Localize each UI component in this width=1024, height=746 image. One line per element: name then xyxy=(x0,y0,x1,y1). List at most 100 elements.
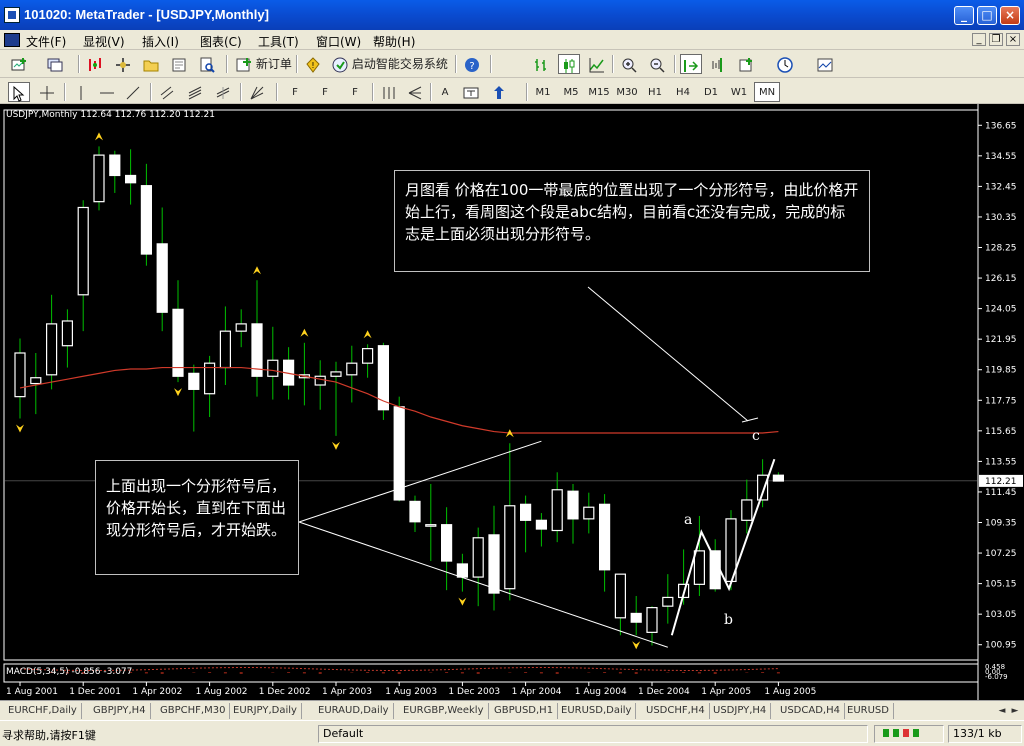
bar-chart-icon[interactable] xyxy=(530,54,552,74)
market-watch-icon[interactable] xyxy=(84,54,106,74)
standard-deviation-icon[interactable] xyxy=(184,82,206,102)
symbol-tabs: EURCHF,Daily GBPJPY,H4 GBPCHF,M30 EURJPY,Da… xyxy=(0,700,1024,720)
annotation-top[interactable]: 月图看 价格在100一带最底的位置出现了一个分形符号，由此价格开始上行，看周图这… xyxy=(394,170,870,272)
price-tick-label: 121.95 xyxy=(985,335,1017,345)
arrows-icon[interactable] xyxy=(488,82,510,102)
new-chart-icon[interactable] xyxy=(8,54,30,74)
trendline-icon[interactable] xyxy=(122,82,144,102)
fractal-down-icon xyxy=(458,597,467,606)
chart-window-icon[interactable] xyxy=(4,33,20,47)
text-tool-button[interactable]: A xyxy=(432,82,458,102)
new-order-button[interactable]: 新订单 xyxy=(232,54,296,74)
candle-body xyxy=(630,612,642,623)
symbol-tab[interactable]: EURCHF,Daily xyxy=(4,703,82,719)
periods-icon[interactable] xyxy=(774,54,796,74)
candlestick-icon[interactable] xyxy=(558,54,580,74)
menu-tools[interactable]: 工具(T) xyxy=(258,33,299,50)
indicators-icon[interactable] xyxy=(736,54,758,74)
strategy-tester-icon[interactable] xyxy=(196,54,218,74)
mdi-restore-button[interactable]: ❐ xyxy=(989,33,1003,46)
symbol-tab[interactable]: USDJPY,H4 xyxy=(709,703,772,719)
profiles-icon[interactable] xyxy=(44,54,66,74)
auto-scroll-icon[interactable] xyxy=(680,54,702,74)
price-tick-label: 103.05 xyxy=(985,610,1017,620)
candle-body xyxy=(693,550,706,585)
fibo-retracement-icon[interactable]: F xyxy=(282,82,308,102)
zoom-out-icon[interactable] xyxy=(646,54,668,74)
timeframe-m1[interactable]: M1 xyxy=(530,82,556,102)
metaeditor-icon[interactable]: ! xyxy=(302,54,324,74)
price-tick-label: 117.75 xyxy=(985,396,1017,406)
cycle-lines-icon[interactable] xyxy=(378,82,400,102)
minimize-button[interactable]: _ xyxy=(954,6,974,25)
symbol-tab[interactable]: EURUSD,Daily xyxy=(557,703,637,719)
time-tick-label: 1 Apr 2004 xyxy=(512,687,562,697)
zoom-in-icon[interactable] xyxy=(618,54,640,74)
gann-line-icon[interactable] xyxy=(246,82,268,102)
navigator-icon[interactable] xyxy=(112,54,134,74)
symbol-tab[interactable]: EURAUD,Daily xyxy=(314,703,394,719)
folder-icon[interactable] xyxy=(140,54,162,74)
timeframe-mn[interactable]: MN xyxy=(754,82,780,102)
symbol-tab[interactable]: USDCHF,H4 xyxy=(642,703,710,719)
mdi-close-button[interactable]: × xyxy=(1006,33,1020,46)
symbol-tab[interactable]: GBPJPY,H4 xyxy=(89,703,151,719)
line-chart-icon[interactable] xyxy=(586,54,608,74)
chart-shift-icon[interactable] xyxy=(708,54,730,74)
close-button[interactable]: × xyxy=(1000,6,1020,25)
maximize-button[interactable]: □ xyxy=(977,6,997,25)
fibo-fan-icon[interactable]: F xyxy=(342,82,368,102)
app-icon[interactable] xyxy=(4,7,20,23)
price-tick-label: 132.45 xyxy=(985,182,1017,192)
tab-scroll-left-icon[interactable]: ◄ xyxy=(996,704,1008,718)
text-label-icon[interactable] xyxy=(460,82,482,102)
fibo-timezones-icon[interactable]: F xyxy=(312,82,338,102)
symbol-tab[interactable]: EURGBP,Weekly xyxy=(399,703,489,719)
title-bar[interactable]: 101020: MetaTrader - [USDJPY,Monthly] _ … xyxy=(0,0,1024,30)
candle-body xyxy=(598,503,611,571)
menu-window[interactable]: 窗口(W) xyxy=(316,33,361,50)
symbol-info: USDJPY,Monthly 112.64 112.76 112.20 112.… xyxy=(6,110,215,120)
candle-body xyxy=(441,524,453,562)
timeframe-m15[interactable]: M15 xyxy=(586,82,612,102)
menu-charts[interactable]: 图表(C) xyxy=(200,33,242,50)
timeframe-m30[interactable]: M30 xyxy=(614,82,640,102)
mdi-minimize-button[interactable]: _ xyxy=(972,33,986,46)
timeframe-m5[interactable]: M5 xyxy=(558,82,584,102)
menu-file[interactable]: 文件(F) xyxy=(26,33,66,50)
time-tick-label: 1 Dec 2003 xyxy=(448,687,500,697)
horizontal-line-icon[interactable] xyxy=(96,82,118,102)
wave-label-c[interactable]: c xyxy=(752,428,760,444)
timeframe-w1[interactable]: W1 xyxy=(726,82,752,102)
menu-help[interactable]: 帮助(H) xyxy=(373,33,415,50)
tab-scroll-right-icon[interactable]: ► xyxy=(1009,704,1021,718)
timeframe-d1[interactable]: D1 xyxy=(698,82,724,102)
candle-body xyxy=(741,499,753,521)
cursor-icon[interactable] xyxy=(8,82,30,102)
menu-view[interactable]: 显视(V) xyxy=(83,33,125,50)
symbol-tab[interactable]: EURJPY,Daily xyxy=(229,703,302,719)
timeframe-h1[interactable]: H1 xyxy=(642,82,668,102)
wave-label-a[interactable]: a xyxy=(684,512,692,528)
symbol-tab[interactable]: EURUSD xyxy=(843,703,894,719)
templates-icon[interactable] xyxy=(814,54,836,74)
annotation-left[interactable]: 上面出现一个分形符号后，价格开始长，直到在下面出现分形符号后，才开始跌。 xyxy=(95,460,299,575)
options-icon[interactable]: ? xyxy=(461,54,483,74)
timeframe-h4[interactable]: H4 xyxy=(670,82,696,102)
symbol-tab[interactable]: GBPCHF,M30 xyxy=(156,703,231,719)
time-tick-label: 1 Dec 2002 xyxy=(259,687,311,697)
chart-window[interactable]: 136.65 134.55 132.45 130.35 128.25 126.15 124.… xyxy=(0,104,1024,700)
equidistant-channel-icon[interactable] xyxy=(156,82,178,102)
crosshair-icon[interactable] xyxy=(36,82,58,102)
wave-label-b[interactable]: b xyxy=(724,612,733,628)
menu-insert[interactable]: 插入(I) xyxy=(142,33,179,50)
symbol-tab[interactable]: USDCAD,H4 xyxy=(776,703,845,719)
window-title: 101020: MetaTrader - [USDJPY,Monthly] xyxy=(24,7,269,22)
andrews-pitchfork-icon[interactable] xyxy=(404,82,426,102)
vertical-line-icon[interactable] xyxy=(70,82,92,102)
terminal-icon[interactable] xyxy=(168,54,190,74)
candle-body xyxy=(267,359,279,377)
symbol-tab[interactable]: GBPUSD,H1 xyxy=(490,703,559,719)
regression-channel-icon[interactable] xyxy=(212,82,234,102)
expert-advisors-button[interactable]: 启动智能交易系统 xyxy=(328,54,452,74)
